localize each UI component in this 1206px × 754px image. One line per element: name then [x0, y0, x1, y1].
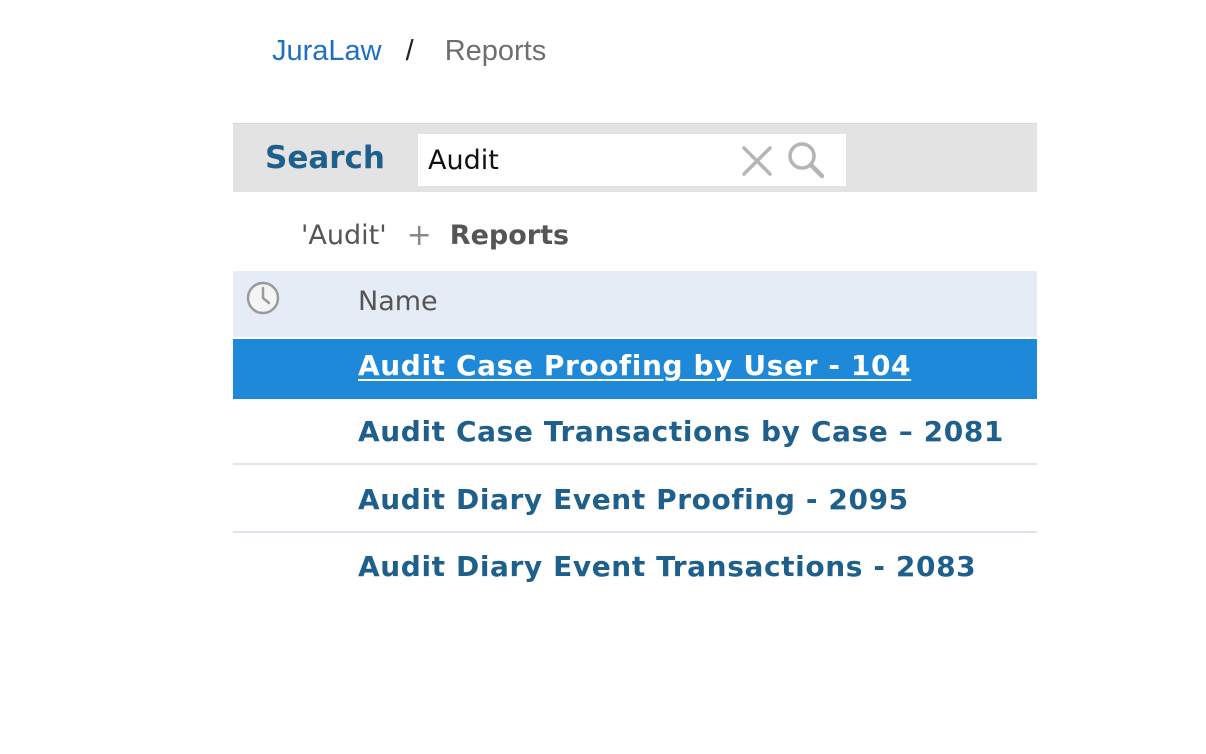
table-row[interactable]: Audit Case Proofing by User - 104	[233, 339, 1037, 399]
report-link[interactable]: Audit Diary Event Transactions - 2083	[358, 550, 976, 583]
breadcrumb-current: Reports	[444, 34, 547, 67]
column-header-name[interactable]: Name	[358, 286, 438, 317]
search-label: Search	[265, 140, 386, 176]
breadcrumb-separator: /	[405, 34, 414, 67]
breadcrumb-home-link[interactable]: JuraLaw	[272, 35, 382, 68]
table-header: Name	[233, 271, 1037, 337]
search-scope: 'Audit' + Reports	[301, 215, 569, 255]
table-row[interactable]: Audit Case Transactions by Case – 2081	[233, 405, 1037, 465]
search-input[interactable]	[428, 142, 728, 178]
breadcrumb: JuraLaw / Reports	[272, 31, 546, 71]
close-icon[interactable]	[740, 144, 774, 178]
search-field	[418, 134, 846, 186]
clock-icon[interactable]	[245, 280, 281, 316]
table-row[interactable]: Audit Diary Event Transactions - 2083	[233, 540, 1037, 600]
search-term-chip: 'Audit'	[301, 219, 387, 251]
search-icon[interactable]	[786, 140, 826, 180]
report-link[interactable]: Audit Diary Event Proofing - 2095	[358, 483, 909, 516]
scope-plus: +	[406, 217, 432, 253]
search-scope-reports[interactable]: Reports	[450, 220, 569, 251]
search-bar: Search	[233, 123, 1037, 192]
report-link[interactable]: Audit Case Proofing by User - 104	[358, 349, 911, 382]
report-link[interactable]: Audit Case Transactions by Case – 2081	[358, 415, 1004, 448]
page: JuraLaw / Reports Search Audit 'Audit' +…	[0, 0, 1206, 754]
reports-panel: Search 'Audit' +	[233, 123, 1037, 597]
table-row[interactable]: Audit Diary Event Proofing - 2095	[233, 473, 1037, 533]
